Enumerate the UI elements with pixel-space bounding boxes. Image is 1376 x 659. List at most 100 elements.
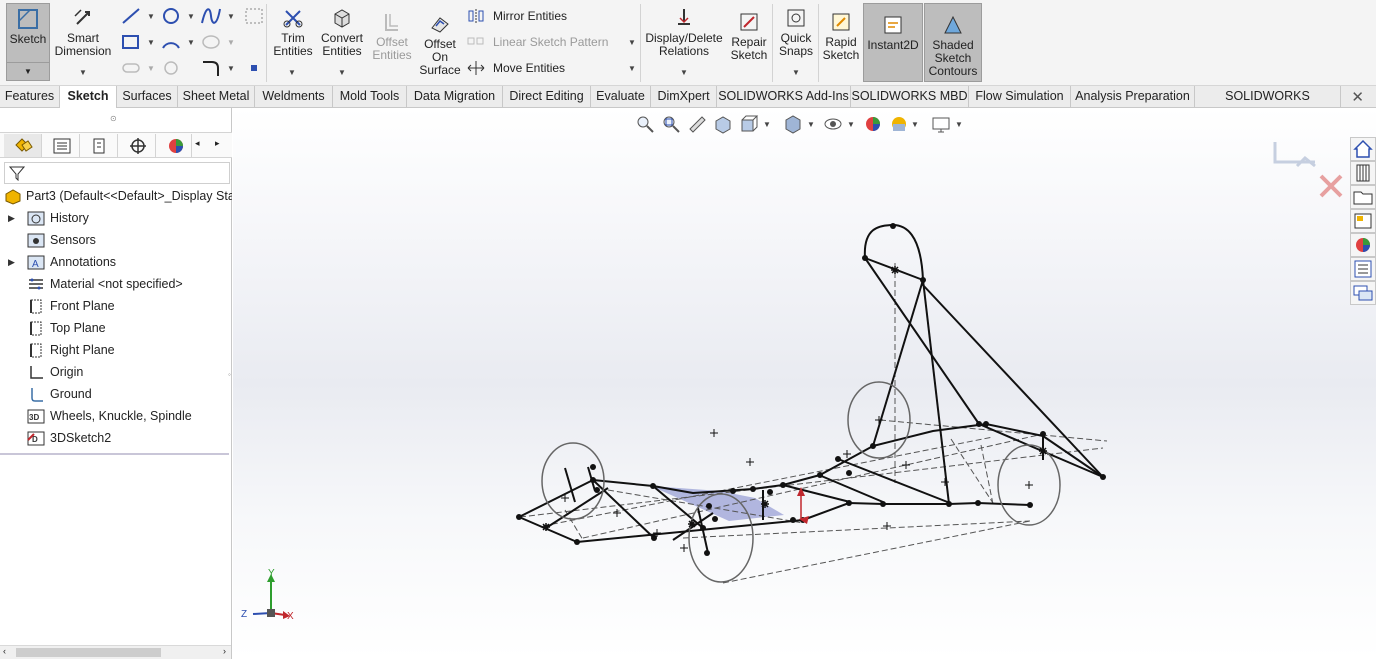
scroll-right-icon[interactable]: › <box>223 646 226 656</box>
tree-item-top-plane[interactable]: Top Plane <box>0 318 232 339</box>
tree-rollback-bar[interactable] <box>0 453 229 455</box>
spline-tool-icon[interactable] <box>200 6 222 26</box>
feature-manager-tab[interactable] <box>4 134 42 157</box>
instant2d-icon <box>884 16 902 34</box>
rectangle-tool-icon[interactable] <box>120 32 142 52</box>
display-delete-relations-button[interactable]: Display/Delete Relations ▼ <box>644 6 724 82</box>
property-manager-tab[interactable] <box>42 134 80 157</box>
tab-analysis-preparation[interactable]: Analysis Preparation <box>1071 86 1195 108</box>
tab-weldments[interactable]: Weldments <box>255 86 333 108</box>
quick-snaps-dropdown-icon[interactable]: ▼ <box>792 66 800 79</box>
arc-dropdown-icon[interactable]: ▼ <box>187 38 195 47</box>
line-tool-icon[interactable] <box>120 6 142 26</box>
tab-data-migration[interactable]: Data Migration <box>407 86 503 108</box>
instant2d-button[interactable]: Instant2D <box>863 3 923 82</box>
shaded-sketch-contours-label: Shaded Sketch Contours <box>928 38 978 78</box>
tab-flow-simulation[interactable]: Flow Simulation <box>969 86 1071 108</box>
tab-dimxpert[interactable]: DimXpert <box>651 86 717 108</box>
move-icon <box>467 61 485 75</box>
graphics-area[interactable]: ▼ ▼ ▼ ▼ ▼ Y X Z <box>233 108 1376 659</box>
smart-dimension-button[interactable]: Smart Dimension ▼ <box>54 6 112 82</box>
rapid-sketch-label: Rapid Sketch <box>822 35 860 62</box>
circle-dropdown-icon[interactable]: ▼ <box>187 12 195 21</box>
sketch-picture-icon[interactable] <box>243 6 265 26</box>
shaded-sketch-contours-icon <box>944 15 962 34</box>
tree-root-part[interactable]: Part3 (Default<<Default>_Display Sta <box>0 186 232 207</box>
tree-item-origin[interactable]: Origin <box>0 362 232 383</box>
tree-filter-field[interactable] <box>4 162 230 184</box>
trim-dropdown-icon[interactable]: ▼ <box>288 66 296 79</box>
relations-dropdown-icon[interactable]: ▼ <box>680 66 688 79</box>
offset-on-surface-button[interactable]: Offset On Surface <box>418 12 462 78</box>
sketch-scene[interactable]: Y X Z <box>233 108 1376 659</box>
fillet-dropdown-icon[interactable]: ▼ <box>227 64 235 73</box>
rectangle-dropdown-icon[interactable]: ▼ <box>147 38 155 47</box>
tab-features[interactable]: Features <box>0 86 60 108</box>
mirror-entities-button[interactable]: Mirror Entities <box>466 8 636 26</box>
polygon-tool-icon[interactable] <box>160 58 182 78</box>
panel-splitter-handle-icon[interactable]: ◦ <box>228 370 231 379</box>
tab-direct-editing[interactable]: Direct Editing <box>503 86 591 108</box>
sketch-button[interactable]: Sketch ▼ <box>6 3 50 81</box>
tab-evaluate[interactable]: Evaluate <box>591 86 651 108</box>
tab-mold-tools[interactable]: Mold Tools <box>333 86 407 108</box>
linear-sketch-pattern-button[interactable]: Linear Sketch Pattern ▼ <box>466 34 636 52</box>
tab-scroll-right-icon[interactable]: ▸ <box>215 138 220 149</box>
arc-tool-icon[interactable] <box>160 32 182 52</box>
tree-item-history[interactable]: ▶ History <box>0 208 232 229</box>
ellipse-tool-icon[interactable] <box>200 32 222 52</box>
line-dropdown-icon[interactable]: ▼ <box>147 12 155 21</box>
display-manager-tab[interactable] <box>156 134 192 157</box>
tab-solidworks-add-ins[interactable]: SOLIDWORKS Add-Ins <box>717 86 851 108</box>
offset-entities-button[interactable]: Offset Entities <box>368 10 416 70</box>
property-manager-icon <box>53 138 71 154</box>
tab-solidworks-inspection[interactable]: SOLIDWORKS Inspection <box>1195 86 1341 124</box>
move-dropdown-icon[interactable]: ▼ <box>628 64 636 73</box>
tree-item-wheels-knuckle-spindle[interactable]: 3D Wheels, Knuckle, Spindle <box>0 406 232 427</box>
sensors-folder-icon <box>27 233 45 248</box>
rapid-sketch-button[interactable]: Rapid Sketch <box>820 10 862 70</box>
ellipse-dropdown-icon[interactable]: ▼ <box>227 38 235 47</box>
close-icon[interactable]: ✕ <box>1351 88 1364 106</box>
tree-item-material[interactable]: Material <not specified> <box>0 274 232 295</box>
trim-entities-button[interactable]: Trim Entities ▼ <box>270 6 316 82</box>
configuration-manager-tab[interactable] <box>80 134 118 157</box>
tree-item-3dsketch2[interactable]: D 3DSketch2 <box>0 428 232 449</box>
pattern-dropdown-icon[interactable]: ▼ <box>628 38 636 47</box>
expand-arrow-icon[interactable]: ▶ <box>8 252 15 273</box>
tree-item-front-plane[interactable]: Front Plane <box>0 296 232 317</box>
slot-tool-icon[interactable] <box>120 58 142 78</box>
move-entities-button[interactable]: Move Entities ▼ <box>466 60 636 78</box>
tab-surfaces[interactable]: Surfaces <box>117 86 178 108</box>
convert-entities-button[interactable]: Convert Entities ▼ <box>318 6 366 82</box>
slot-dropdown-icon[interactable]: ▼ <box>147 64 155 73</box>
tree-item-sensors[interactable]: Sensors <box>0 230 232 251</box>
tree-item-annotations[interactable]: ▶ A Annotations <box>0 252 232 273</box>
tab-solidworks-mbd[interactable]: SOLIDWORKS MBD <box>851 86 969 108</box>
dimxpert-manager-tab[interactable] <box>118 134 156 157</box>
quick-snaps-button[interactable]: Quick Snaps ▼ <box>776 6 816 82</box>
point-tool-icon[interactable] <box>243 58 265 78</box>
repair-sketch-button[interactable]: Repair Sketch <box>728 10 770 70</box>
tab-sketch[interactable]: Sketch <box>59 86 117 108</box>
tab-sheet-metal[interactable]: Sheet Metal <box>178 86 255 108</box>
panel-collapse-handle-icon[interactable]: ⊙ <box>110 114 117 123</box>
sketch-origin-icon[interactable] <box>797 487 809 524</box>
horizontal-scrollbar[interactable]: ‹ › <box>0 645 231 659</box>
circle-tool-icon[interactable] <box>160 6 182 26</box>
spline-dropdown-icon[interactable]: ▼ <box>227 12 235 21</box>
expand-arrow-icon[interactable]: ▶ <box>8 208 15 229</box>
tree-item-ground[interactable]: Ground <box>0 384 232 405</box>
scrollbar-thumb[interactable] <box>16 648 161 657</box>
shaded-sketch-contours-button[interactable]: Shaded Sketch Contours <box>924 3 982 82</box>
tree-item-right-plane[interactable]: Right Plane <box>0 340 232 361</box>
fillet-tool-icon[interactable] <box>200 58 222 78</box>
smart-dimension-dropdown-icon[interactable]: ▼ <box>79 66 87 79</box>
tree-item-label: Origin <box>50 365 84 379</box>
linear-sketch-pattern-label: Linear Sketch Pattern <box>493 35 609 49</box>
convert-dropdown-icon[interactable]: ▼ <box>338 66 346 79</box>
tab-scroll-left-icon[interactable]: ◂ <box>195 138 200 149</box>
tree-item-label: Front Plane <box>50 299 115 313</box>
scroll-left-icon[interactable]: ‹ <box>3 646 6 656</box>
sketch-dropdown-icon[interactable]: ▼ <box>7 62 49 80</box>
